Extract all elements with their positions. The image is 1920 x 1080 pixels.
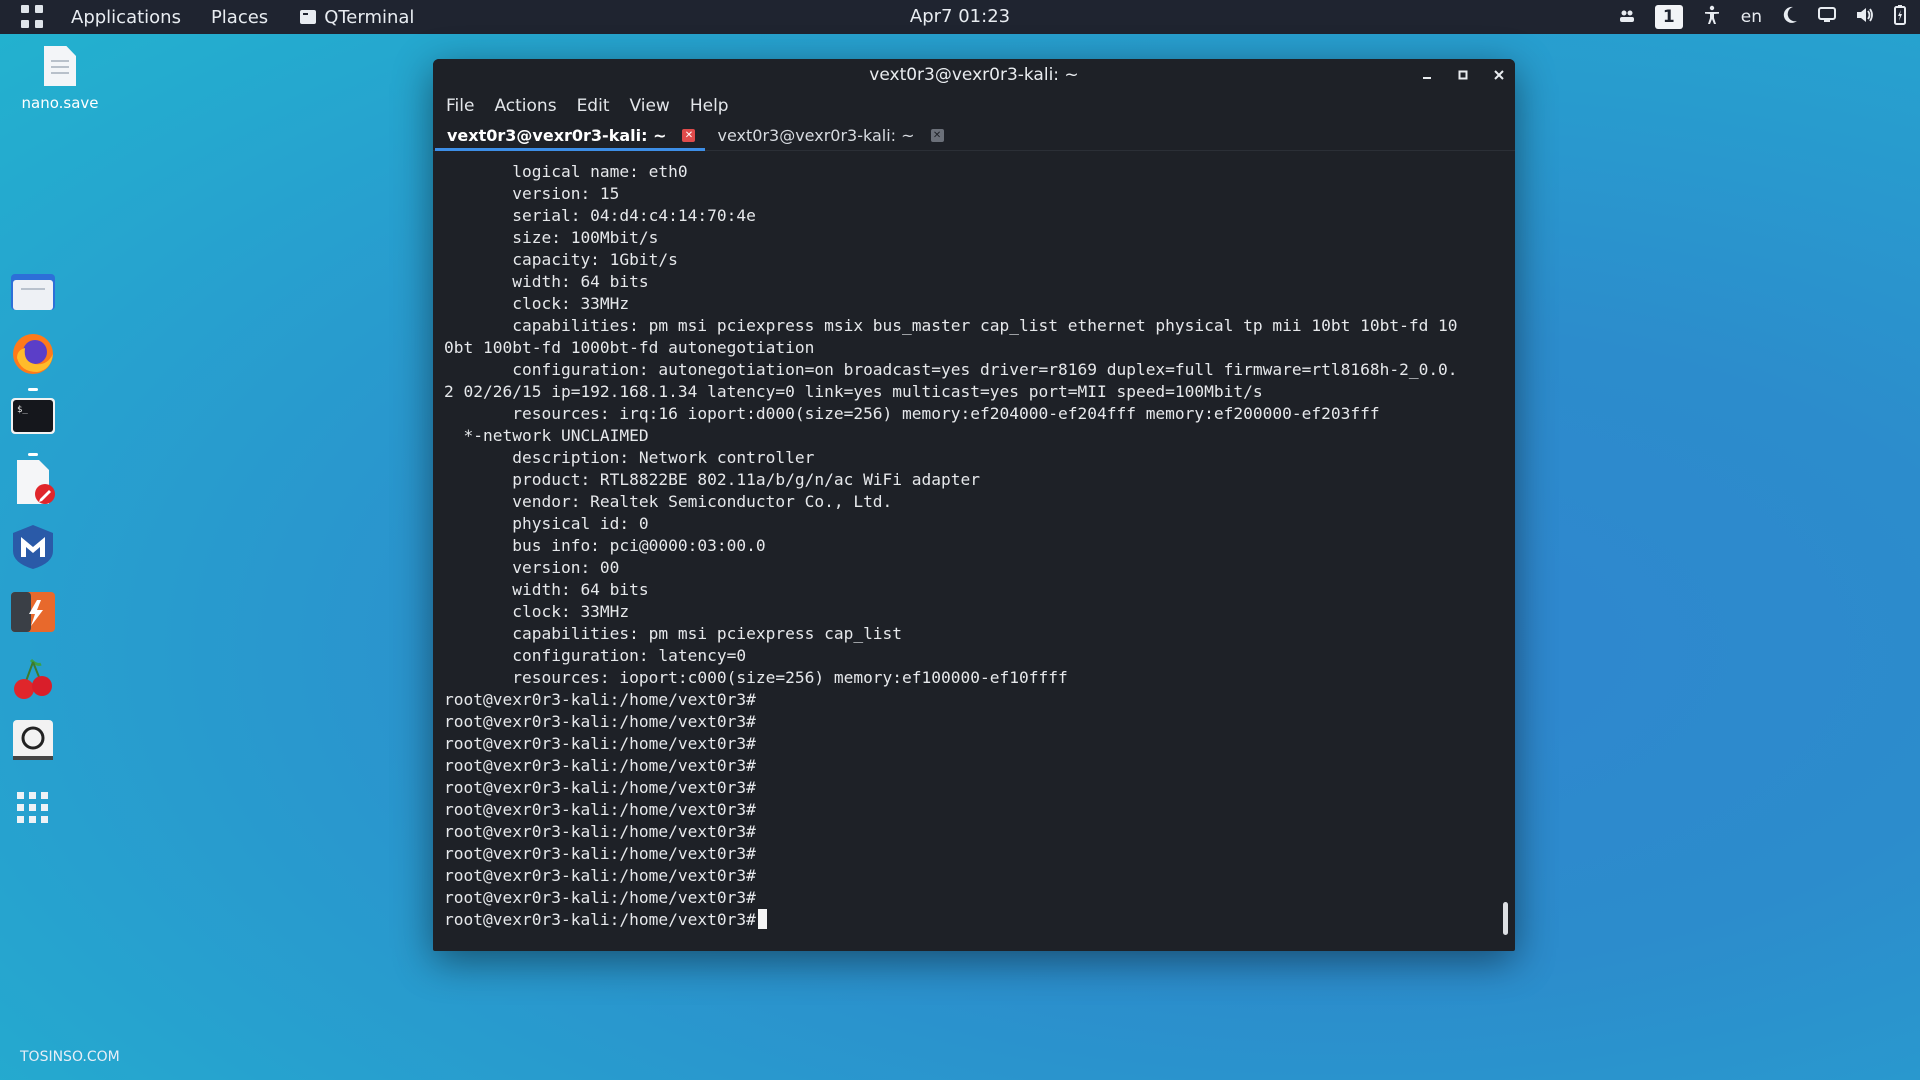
cherrytree-icon[interactable] [11,656,55,700]
terminal-line: root@vexr0r3-kali:/home/vext0r3# [444,866,756,885]
clock[interactable]: Apr7 01:23 [910,6,1010,27]
terminal-line: root@vexr0r3-kali:/home/vext0r3# [444,712,756,731]
scrollbar[interactable] [1503,902,1508,935]
tab-1[interactable]: vext0r3@vexr0r3-kali: ~ ✕ [435,120,706,151]
applications-menu[interactable]: Applications [71,7,181,28]
volume-icon[interactable] [1856,7,1874,27]
files-icon[interactable] [11,270,55,314]
close-icon[interactable] [1491,67,1507,83]
terminal-line: root@vexr0r3-kali:/home/vext0r3# [444,756,756,775]
running-indicator [28,453,38,456]
tab-close-icon[interactable]: ✕ [930,128,944,142]
places-menu[interactable]: Places [211,7,268,28]
accessibility-icon[interactable] [1703,5,1721,29]
tab-close-icon[interactable]: ✕ [682,128,696,142]
terminal-prompt-line[interactable]: root@vexr0r3-kali:/home/vext0r3# [444,909,1499,931]
maximize-icon[interactable] [1455,67,1471,83]
watermark: TOSINSO.COM [20,1049,120,1065]
menu-file[interactable]: File [446,96,474,116]
menu-bar: File Actions Edit View Help [433,91,1515,121]
terminal-line: root@vexr0r3-kali:/home/vext0r3# [444,888,756,907]
taskbar-qterminal-label: QTerminal [324,6,415,28]
terminal-prompt: root@vexr0r3-kali:/home/vext0r3# [444,910,756,929]
terminal-line: resources: ioport:c000(size=256) memory:… [444,668,1068,687]
workspace-indicator[interactable]: 1 [1654,5,1683,29]
tab-2[interactable]: vext0r3@vexr0r3-kali: ~ ✕ [705,120,953,150]
terminal-line: capabilities: pm msi pciexpress msix bus… [444,316,1458,335]
terminal-line: configuration: latency=0 [444,646,747,665]
terminal-line: 2 02/26/15 ip=192.168.1.34 latency=0 lin… [444,382,1263,401]
language-indicator[interactable]: en [1741,8,1762,26]
night-mode-icon[interactable] [1782,6,1798,28]
file-icon [44,46,76,86]
display-icon[interactable] [1818,7,1836,27]
terminal-line: physical id: 0 [444,514,649,533]
terminal-line: root@vexr0r3-kali:/home/vext0r3# [444,778,756,797]
terminal-line: serial: 04:d4:c4:14:70:4e [444,206,756,225]
show-apps-icon[interactable] [11,786,55,830]
people-icon[interactable] [1619,8,1635,27]
tab-bar: vext0r3@vexr0r3-kali: ~ ✕ vext0r3@vexr0r… [433,121,1515,151]
activities-grid-icon[interactable] [21,5,45,29]
terminal-line: root@vexr0r3-kali:/home/vext0r3# [444,800,756,819]
running-indicator [28,388,38,391]
firefox-icon[interactable] [11,332,55,376]
screenshot-icon[interactable] [11,718,55,762]
menu-help[interactable]: Help [690,96,729,116]
text-cursor [757,909,767,929]
terminal-line: configuration: autonegotiation=on broadc… [444,360,1458,379]
terminal-line: *-network UNCLAIMED [444,426,649,445]
terminal-icon[interactable]: $_ [11,394,55,438]
terminal-line: clock: 33MHz [444,602,630,621]
terminal-icon [300,10,317,24]
battery-icon[interactable] [1894,5,1906,29]
top-panel: Applications Places QTerminal Apr7 01:23… [0,0,1920,34]
burpsuite-icon[interactable] [11,590,55,634]
desktop-file-nano-save[interactable]: nano.save [16,46,104,112]
menu-actions[interactable]: Actions [494,96,556,116]
metasploit-icon[interactable] [11,525,55,569]
terminal-line: 0bt 100bt-fd 1000bt-fd autonegotiation [444,338,815,357]
text-editor-icon[interactable] [11,460,55,504]
terminal-line: vendor: Realtek Semiconductor Co., Ltd. [444,492,893,511]
tab-label: vext0r3@vexr0r3-kali: ~ [717,125,915,145]
terminal-output[interactable]: logical name: eth0 version: 15 serial: 0… [444,161,1499,951]
terminal-line: resources: irq:16 ioport:d000(size=256) … [444,404,1380,423]
svg-text:$_: $_ [17,405,28,415]
menu-edit[interactable]: Edit [577,96,610,116]
menu-view[interactable]: View [629,96,669,116]
terminal-line: bus info: pci@0000:03:00.0 [444,536,766,555]
window-title: vext0r3@vexr0r3-kali: ~ [869,65,1079,85]
terminal-line: version: 15 [444,184,620,203]
terminal-line: capabilities: pm msi pciexpress cap_list [444,624,903,643]
tab-label: vext0r3@vexr0r3-kali: ~ [447,125,667,145]
terminal-line: description: Network controller [444,448,815,467]
system-tray: 1 en [1619,0,1906,34]
taskbar-qterminal[interactable]: QTerminal [300,7,414,28]
terminal-line: width: 64 bits [444,580,649,599]
terminal-line: clock: 33MHz [444,294,630,313]
minimize-icon[interactable] [1419,67,1435,83]
terminal-line: width: 64 bits [444,272,649,291]
terminal-line: version: 00 [444,558,620,577]
window-titlebar[interactable]: vext0r3@vexr0r3-kali: ~ [433,59,1515,91]
terminal-line: product: RTL8822BE 802.11a/b/g/n/ac WiFi… [444,470,981,489]
qterminal-window[interactable]: vext0r3@vexr0r3-kali: ~ File Actions Edi… [433,59,1515,951]
terminal-line: root@vexr0r3-kali:/home/vext0r3# [444,734,756,753]
terminal-line: root@vexr0r3-kali:/home/vext0r3# [444,844,756,863]
terminal-line: capacity: 1Gbit/s [444,250,678,269]
terminal-line: logical name: eth0 [444,162,688,181]
terminal-line: root@vexr0r3-kali:/home/vext0r3# [444,690,756,709]
terminal-line: size: 100Mbit/s [444,228,659,247]
terminal-line: root@vexr0r3-kali:/home/vext0r3# [444,822,756,841]
desktop-file-label: nano.save [21,94,99,112]
